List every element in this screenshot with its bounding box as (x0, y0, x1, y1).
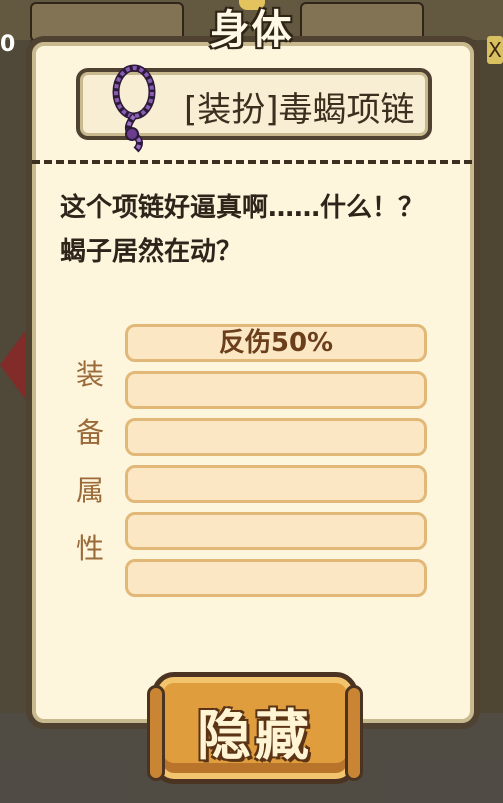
attributes-label: 装 备 属 性 (70, 346, 110, 578)
attribute-slot (125, 512, 427, 550)
attributes-label-char: 装 (75, 358, 104, 391)
attribute-slot (125, 559, 427, 597)
attribute-slot (125, 465, 427, 503)
item-name-bar: [装扮]毒蝎项链 (76, 64, 432, 153)
attributes-label-char: 备 (75, 416, 104, 449)
attribute-slot (125, 371, 427, 409)
attribute-slot (125, 418, 427, 456)
hide-button[interactable]: 隐藏 (147, 672, 363, 784)
attribute-slots: 反伤50% (125, 324, 427, 606)
panel-title: 身体 (209, 7, 294, 53)
item-description: 这个项链好逼真啊……什么！？蝎子居然在动？ (60, 193, 425, 267)
scorpion-necklace-icon (102, 64, 166, 154)
attribute-slot: 反伤50% (125, 324, 427, 362)
hide-button-label: 隐藏 (197, 704, 313, 767)
attributes-label-char: 性 (75, 532, 104, 565)
item-name: [装扮]毒蝎项链 (184, 90, 415, 130)
section-divider (32, 160, 472, 164)
attributes-label-char: 属 (75, 474, 104, 507)
